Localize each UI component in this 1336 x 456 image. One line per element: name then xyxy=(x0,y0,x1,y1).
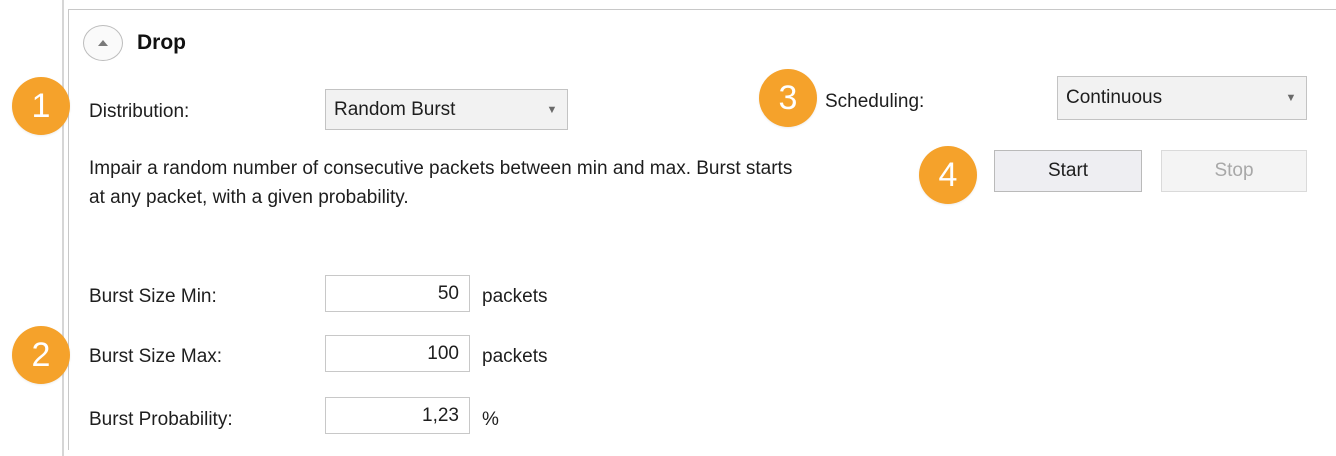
dropdown-arrow-icon: ▼ xyxy=(546,103,558,116)
section-title: Drop xyxy=(137,31,186,54)
collapse-button[interactable] xyxy=(83,25,123,61)
scheduling-dropdown[interactable]: Continuous ▼ xyxy=(1057,76,1307,120)
scheduling-label: Scheduling: xyxy=(825,91,925,112)
burst-size-max-input[interactable] xyxy=(325,335,470,372)
start-button[interactable]: Start xyxy=(994,150,1142,192)
distribution-label: Distribution: xyxy=(89,101,190,122)
scheduling-value: Continuous xyxy=(1066,87,1163,108)
burst-size-max-label: Burst Size Max: xyxy=(89,346,223,367)
distribution-value: Random Burst xyxy=(334,98,456,120)
callout-marker-4: 4 xyxy=(919,146,977,204)
left-divider xyxy=(62,0,64,456)
burst-probability-unit: % xyxy=(482,409,499,430)
burst-probability-input[interactable] xyxy=(325,397,470,434)
chevron-up-icon xyxy=(98,40,108,46)
burst-size-min-input[interactable] xyxy=(325,275,470,312)
burst-size-min-label: Burst Size Min: xyxy=(89,286,217,307)
stop-button[interactable]: Stop xyxy=(1161,150,1307,192)
burst-size-max-unit: packets xyxy=(482,346,548,367)
callout-marker-1: 1 xyxy=(12,77,70,135)
drop-panel: Drop Distribution: Random Burst ▼ Schedu… xyxy=(68,9,1336,450)
burst-size-min-unit: packets xyxy=(482,286,548,307)
app-window: Drop Distribution: Random Burst ▼ Schedu… xyxy=(0,0,1336,456)
burst-probability-label: Burst Probability: xyxy=(89,409,233,430)
callout-marker-2: 2 xyxy=(12,326,70,384)
distribution-description: Impair a random number of consecutive pa… xyxy=(89,158,793,208)
distribution-dropdown[interactable]: Random Burst ▼ xyxy=(325,89,568,130)
callout-marker-3: 3 xyxy=(759,69,817,127)
dropdown-arrow-icon: ▼ xyxy=(1285,92,1297,104)
